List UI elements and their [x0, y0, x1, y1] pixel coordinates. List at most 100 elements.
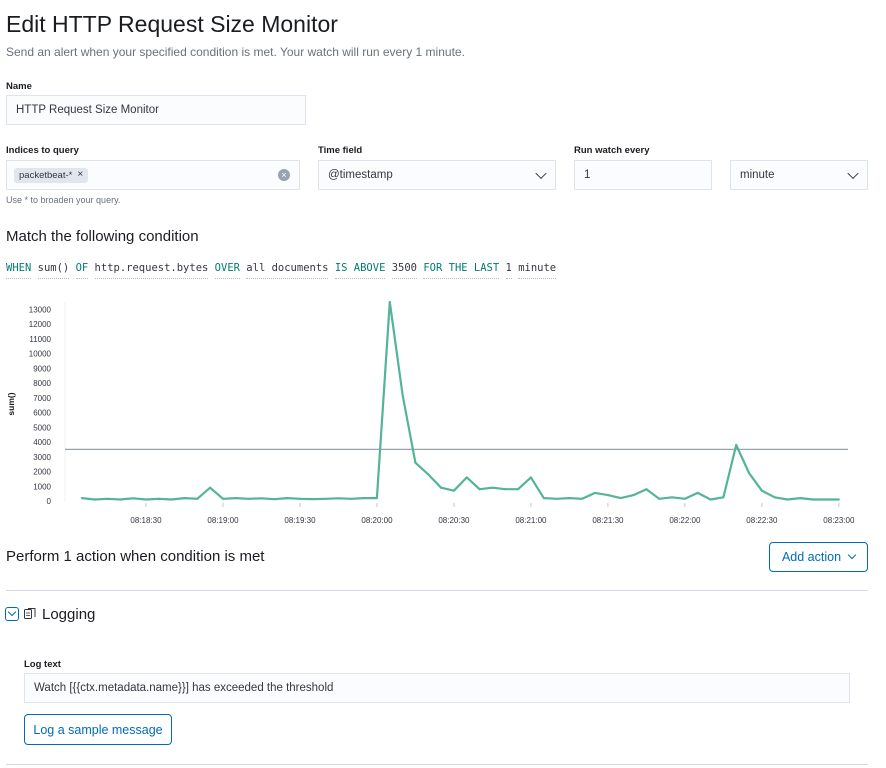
y-tick-label: 8000: [33, 379, 51, 388]
data-point: [786, 498, 789, 501]
time-field-value: @timestamp: [328, 169, 393, 181]
time-field-select[interactable]: @timestamp: [318, 160, 556, 190]
data-point: [619, 497, 622, 500]
data-point: [350, 497, 353, 500]
data-point: [427, 473, 430, 476]
data-point: [799, 497, 802, 500]
accordion-toggle[interactable]: [5, 607, 19, 621]
data-point: [825, 498, 828, 501]
data-point: [671, 496, 674, 499]
expr-window-unit[interactable]: minute: [518, 262, 557, 279]
y-tick-label: 3000: [33, 453, 51, 462]
data-point: [119, 498, 122, 501]
data-point: [440, 486, 443, 489]
x-tick-label: 08:22:00: [669, 516, 701, 525]
log-text-value: Watch [{{ctx.metadata.name}}] has exceed…: [34, 682, 334, 694]
data-point: [363, 497, 366, 500]
x-tick-label: 08:19:30: [284, 516, 316, 525]
x-tick-label: 08:22:30: [746, 516, 778, 525]
data-point: [722, 496, 725, 499]
x-tick-label: 08:19:00: [207, 516, 239, 525]
data-point: [183, 497, 186, 500]
data-point: [170, 498, 173, 501]
expr-of[interactable]: OF: [75, 262, 89, 279]
data-point: [606, 494, 609, 497]
data-point: [273, 498, 276, 501]
data-point: [594, 491, 597, 494]
y-tick-label: 10000: [29, 350, 52, 359]
expr-window-size[interactable]: 1: [505, 262, 512, 279]
name-label: Name: [6, 81, 32, 92]
data-point: [645, 488, 648, 491]
data-point: [581, 497, 584, 500]
add-action-button[interactable]: Add action: [769, 542, 868, 572]
data-point: [478, 488, 481, 491]
expr-threshold[interactable]: 3500: [391, 262, 418, 279]
x-tick-label: 08:21:00: [515, 516, 547, 525]
expr-for-the-last[interactable]: FOR THE LAST: [423, 262, 500, 279]
run-every-value: 1: [584, 169, 591, 181]
data-point: [260, 497, 263, 500]
y-tick-label: 7000: [33, 394, 51, 403]
data-point: [80, 497, 83, 500]
data-point: [144, 498, 147, 501]
data-point: [542, 497, 545, 500]
clear-input-icon[interactable]: ×: [278, 169, 290, 181]
remove-tag-icon[interactable]: ×: [77, 170, 83, 180]
name-input[interactable]: HTTP Request Size Monitor: [6, 95, 306, 125]
run-every-input[interactable]: 1: [574, 160, 712, 190]
indices-combobox[interactable]: packetbeat-* × ×: [6, 160, 300, 190]
index-tag-label: packetbeat-*: [19, 169, 73, 181]
time-field-label: Time field: [318, 145, 363, 156]
data-point: [465, 476, 468, 479]
data-point: [247, 497, 250, 500]
log-text-input[interactable]: Watch [{{ctx.metadata.name}}] has exceed…: [24, 673, 850, 703]
name-input-value: HTTP Request Size Monitor: [16, 104, 159, 116]
data-point: [401, 393, 404, 396]
data-point: [209, 486, 212, 489]
x-tick-label: 08:23:00: [823, 516, 855, 525]
y-tick-label: 2000: [33, 468, 51, 477]
y-tick-label: 11000: [29, 335, 51, 344]
data-point: [568, 497, 571, 500]
expr-field[interactable]: http.request.bytes: [94, 262, 209, 279]
data-point: [773, 496, 776, 499]
run-every-unit-select[interactable]: minute: [730, 160, 868, 190]
data-point: [837, 498, 840, 501]
run-every-label: Run watch every: [574, 145, 650, 156]
log-sample-message-button[interactable]: Log a sample message: [24, 714, 172, 745]
series-line: [81, 300, 839, 501]
data-point: [388, 301, 391, 303]
data-point: [491, 486, 494, 489]
data-point: [658, 497, 661, 500]
indices-help-text: Use * to broaden your query.: [6, 195, 121, 205]
data-point: [517, 488, 520, 491]
section-divider: [6, 590, 868, 591]
expr-is-above[interactable]: IS ABOVE: [334, 262, 386, 279]
logging-icon: [24, 608, 36, 619]
data-point: [452, 489, 455, 492]
expr-agg[interactable]: sum(): [37, 262, 70, 279]
run-every-unit-value: minute: [740, 169, 775, 181]
y-tick-label: 4000: [33, 438, 51, 447]
data-point: [812, 498, 815, 501]
data-point: [504, 488, 507, 491]
y-tick-label: 13000: [29, 305, 52, 314]
section-divider: [6, 764, 868, 765]
data-point: [414, 461, 417, 464]
logging-title: Logging: [42, 606, 96, 623]
actions-heading: Perform 1 action when condition is met: [6, 548, 265, 565]
data-point: [106, 497, 109, 500]
page-title: Edit HTTP Request Size Monitor: [6, 11, 338, 37]
indices-label: Indices to query: [6, 145, 79, 156]
data-point: [324, 497, 327, 500]
x-tick-label: 08:20:00: [361, 516, 393, 525]
chevron-down-icon: [7, 607, 17, 617]
y-tick-label: 9000: [33, 364, 51, 373]
expr-scope[interactable]: all documents: [246, 262, 329, 279]
expr-over[interactable]: OVER: [214, 262, 240, 279]
data-point: [683, 497, 686, 500]
expr-when[interactable]: WHEN: [6, 262, 32, 279]
chevron-down-icon: [847, 167, 859, 180]
condition-expression: WHEN sum() OF http.request.bytes OVER al…: [6, 262, 557, 279]
